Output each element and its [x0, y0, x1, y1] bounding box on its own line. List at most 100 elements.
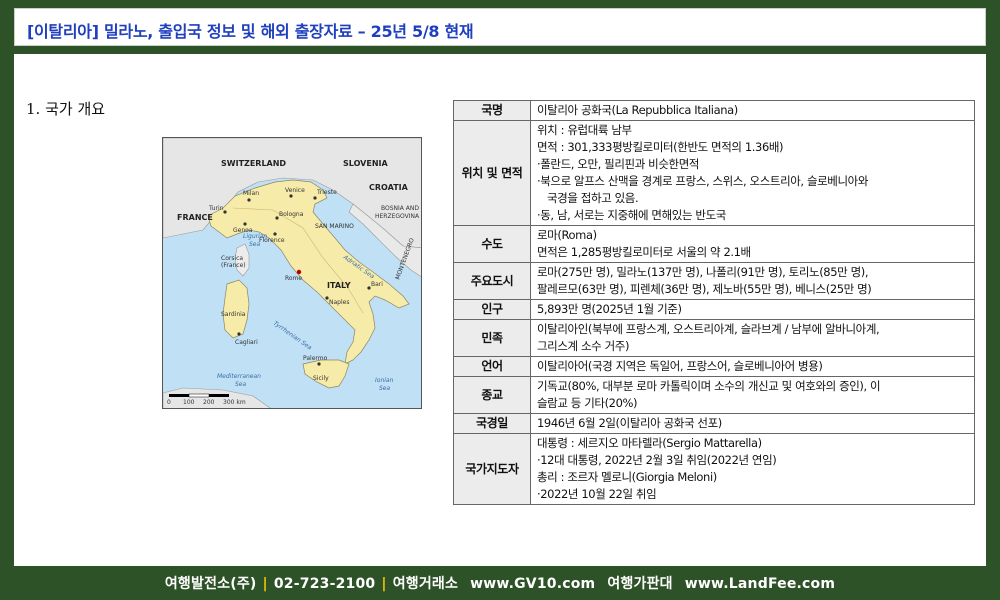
footer-company: 여행발전소(주)	[164, 576, 257, 592]
row-value-line: 로마(275만 명), 밀라노(137만 명), 나폴리(91만 명), 토리노…	[537, 265, 869, 279]
map-land-africa	[163, 387, 271, 408]
italy-map-graphic: SWITZERLAND SLOVENIA CROATIA BOSNIA AND …	[163, 138, 421, 408]
row-value-line: 1946년 6월 2일(이탈리아 공화국 선포)	[537, 416, 722, 430]
map-label-turin: Turin	[208, 205, 224, 212]
footer-text: 여행발전소(주) | 02-723-2100 | 여행거래소 www.GV10.com 여행…	[165, 573, 835, 593]
map-label-ionian-sea: Sea	[379, 385, 391, 392]
map-label-herzegovina: HERZEGOVINA	[375, 213, 420, 220]
row-value: 이탈리아어(국경 지역은 독일어, 프랑스어, 슬로베니아어 병용)	[530, 356, 975, 377]
row-value-line: 대통령 : 세르지오 마타렐라(Sergio Mattarella)	[537, 436, 762, 450]
table-row: 언어 이탈리아어(국경 지역은 독일어, 프랑스어, 슬로베니아어 병용)	[453, 356, 975, 377]
footer-separator: |	[262, 576, 268, 592]
row-value-line: 팔레르모(63만 명), 피렌체(36만 명), 제노바(55만 명), 베니스…	[537, 282, 872, 296]
row-value-line: ·12대 대통령, 2022년 2월 3일 취임(2022년 연임)	[537, 453, 777, 467]
row-value-line: 면적 : 301,333평방킬로미터(한반도 면적의 1.36배)	[537, 140, 784, 154]
footer-url-landfee[interactable]: www.LandFee.com	[685, 576, 835, 592]
row-value: 1946년 6월 2일(이탈리아 공화국 선포)	[530, 413, 975, 434]
footer-agency: 여행거래소	[392, 576, 459, 592]
row-label: 국가지도자	[453, 433, 531, 505]
page-title: [이탈리아] 밀라노, 출입국 정보 및 해외 출장자료 – 25년 5/8 현…	[27, 22, 474, 41]
row-value: 대통령 : 세르지오 마타렐라(Sergio Mattarella) ·12대 대…	[530, 433, 975, 505]
row-label: 위치 및 면적	[453, 120, 531, 226]
row-value-line: 이탈리아인(북부에 프랑스계, 오스트리아계, 슬라브계 / 남부에 알바니아계…	[537, 322, 880, 336]
row-value-line: 이탈리아어(국경 지역은 독일어, 프랑스어, 슬로베니아어 병용)	[537, 359, 823, 373]
map-label-mediterranean-sea: Sea	[235, 381, 247, 388]
table-row: 국가지도자 대통령 : 세르지오 마타렐라(Sergio Mattarella) ·…	[453, 433, 975, 505]
map-dot-cagliari	[237, 332, 241, 336]
map-label-bologna: Bologna	[279, 211, 304, 218]
country-info-table: 국명 이탈리아 공화국(La Repubblica Italiana) 위치 및 면…	[453, 100, 975, 505]
row-value-line: 국경을 접하고 있음.	[547, 191, 639, 205]
map-dot-milan	[247, 198, 251, 202]
row-label: 언어	[453, 356, 531, 377]
row-value-line: 총리 : 조르자 멜로니(Giorgia Meloni)	[537, 470, 717, 484]
map-scale-0: 0	[167, 399, 171, 406]
row-label: 주요도시	[453, 262, 531, 300]
map-label-trieste: Trieste	[316, 189, 337, 196]
footer-phone: 02-723-2100	[273, 576, 376, 592]
italy-map: SWITZERLAND SLOVENIA CROATIA BOSNIA AND …	[162, 137, 422, 409]
map-dot-genoa	[243, 222, 247, 226]
row-value: 이탈리아인(북부에 프랑스계, 오스트리아계, 슬라브계 / 남부에 알바니아계…	[530, 319, 975, 357]
map-label-corsica-fr: (France)	[221, 262, 246, 269]
section-title: 1. 국가 개요	[26, 100, 106, 118]
map-label-venice: Venice	[285, 187, 305, 194]
map-label-naples: Naples	[329, 299, 349, 306]
row-value-line: 로마(Roma)	[537, 228, 597, 242]
row-value: 로마(Roma) 면적은 1,285평방킬로미터로 서울의 약 2.1배	[530, 225, 975, 263]
row-label: 인구	[453, 299, 531, 320]
map-label-ionian: Ionian	[375, 377, 394, 384]
footer-separator: |	[381, 576, 387, 592]
row-label: 수도	[453, 225, 531, 263]
map-label-france: FRANCE	[177, 213, 213, 222]
map-label-croatia: CROATIA	[369, 183, 409, 192]
row-value: 기독교(80%, 대부분 로마 카톨릭이며 소수의 개신교 및 여호와의 증인)…	[530, 376, 975, 414]
map-scale-300: 300 km	[223, 399, 246, 406]
row-value-line: 슬람교 등 기타(20%)	[537, 396, 638, 410]
map-label-switzerland: SWITZERLAND	[221, 159, 286, 168]
row-label: 종교	[453, 376, 531, 414]
map-label-tyrrhenian: Tyrrhenian Sea	[272, 320, 313, 352]
map-label-milan: Milan	[243, 190, 259, 197]
row-value-line: 위치 : 유럽대륙 남부	[537, 123, 632, 137]
map-scale-200: 200	[203, 399, 215, 406]
table-row: 국경일 1946년 6월 2일(이탈리아 공화국 선포)	[453, 413, 975, 434]
map-dot-florence	[273, 232, 277, 236]
map-dot-rome	[296, 269, 302, 275]
map-label-palermo: Palermo	[303, 355, 328, 362]
map-label-florence: Florence	[259, 237, 285, 244]
row-value-line: 그리스계 소수 거주)	[537, 339, 630, 353]
map-label-san-marino: SAN MARINO	[315, 223, 354, 230]
table-row: 민족 이탈리아인(북부에 프랑스계, 오스트리아계, 슬라브계 / 남부에 알바니…	[453, 319, 975, 357]
row-value-line: 기독교(80%, 대부분 로마 카톨릭이며 소수의 개신교 및 여호와의 증인)…	[537, 379, 881, 393]
table-row: 인구 5,893만 명(2025년 1월 기준)	[453, 299, 975, 320]
row-value-line: 5,893만 명(2025년 1월 기준)	[537, 302, 682, 316]
map-label-corsica: Corsica	[221, 255, 243, 262]
map-label-bari: Bari	[371, 281, 383, 288]
map-dot-palermo	[317, 362, 321, 366]
map-scale-100: 100	[183, 399, 195, 406]
row-value: 위치 : 유럽대륙 남부면적 : 301,333평방킬로미터(한반도 면적의 1…	[530, 120, 975, 226]
row-value: 로마(275만 명), 밀라노(137만 명), 나폴리(91만 명), 토리노…	[530, 262, 975, 300]
map-sicily	[302, 359, 350, 389]
content-panel: 1. 국가 개요 SWITZERLAND SLOVENIA CROATIA BO…	[14, 54, 986, 566]
map-dot-turin	[223, 210, 227, 214]
row-label: 민족	[453, 319, 531, 357]
map-label-cagliari: Cagliari	[235, 339, 258, 346]
table-row: 국명 이탈리아 공화국(La Repubblica Italiana)	[453, 100, 975, 121]
row-value: 5,893만 명(2025년 1월 기준)	[530, 299, 975, 320]
map-sardinia	[222, 279, 250, 339]
map-label-mediterranean: Mediterranean	[217, 373, 261, 380]
table-row: 수도 로마(Roma) 면적은 1,285평방킬로미터로 서울의 약 2.1배	[453, 225, 975, 263]
map-dot-trieste	[313, 196, 317, 200]
row-label: 국명	[453, 100, 531, 121]
row-value-line: 이탈리아 공화국(La Repubblica Italiana)	[537, 103, 738, 117]
row-value: 이탈리아 공화국(La Repubblica Italiana)	[530, 100, 975, 121]
map-dot-venice	[289, 194, 293, 198]
row-value-line: ·폴란드, 오만, 필리핀과 비슷한면적	[537, 157, 700, 171]
row-value-line: ·동, 남, 서로는 지중해에 면해있는 반도국	[537, 208, 726, 222]
row-value-line: ·2022년 10월 22일 취임	[537, 487, 657, 501]
map-label-rome: Rome	[285, 275, 302, 282]
footer-url-gv10[interactable]: www.GV10.com	[470, 576, 595, 592]
footer-price: 여행가판대	[607, 576, 673, 592]
